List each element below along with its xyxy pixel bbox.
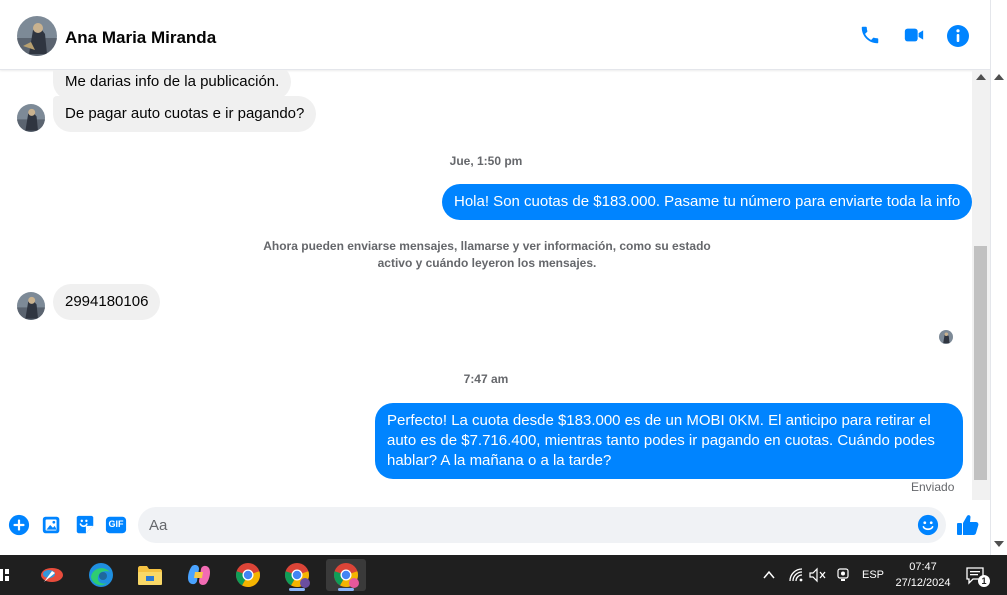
system-clock[interactable]: 07:47 27/12/2024 [888, 559, 958, 591]
page-scrollbar[interactable] [990, 0, 1007, 555]
wifi-icon[interactable] [788, 567, 804, 583]
sender-avatar [17, 104, 45, 132]
sender-avatar [17, 292, 45, 320]
like-icon[interactable] [956, 513, 980, 537]
message-status: Enviado [911, 480, 955, 494]
messages-scrollbar[interactable] [972, 70, 990, 555]
outgoing-message[interactable]: Hola! Son cuotas de $183.000. Pasame tu … [442, 184, 972, 220]
copilot-icon[interactable] [179, 559, 219, 591]
gif-icon-label: GIF [108, 519, 124, 529]
incoming-message[interactable]: 2994180106 [53, 284, 161, 320]
notification-count-badge: 1 [978, 575, 990, 587]
message-input[interactable] [138, 507, 946, 543]
chrome-profile-icon[interactable] [277, 559, 317, 591]
emoji-icon[interactable] [917, 514, 939, 536]
chrome-profile-active-icon[interactable] [326, 559, 366, 591]
scroll-up-arrow-icon[interactable] [976, 74, 986, 80]
photo-icon[interactable] [41, 514, 63, 536]
widgets-icon[interactable] [0, 567, 10, 583]
clock-time: 07:47 [909, 561, 937, 573]
system-notice-line: activo y cuándo leyeron los mensajes. [377, 256, 597, 270]
phone-icon[interactable] [859, 24, 883, 48]
video-call-icon[interactable] [903, 24, 927, 48]
system-notice: Ahora pueden enviarse mensajes, llamarse… [262, 238, 712, 272]
system-notice-line: Ahora pueden enviarse mensajes, llamarse… [263, 239, 711, 253]
seen-indicator-avatar [939, 330, 953, 344]
info-icon[interactable] [946, 24, 970, 48]
gif-icon[interactable]: GIF [105, 514, 127, 536]
add-icon[interactable] [8, 514, 30, 536]
timestamp: 7:47 am [463, 372, 509, 386]
message-list[interactable]: Me darias info de la publicación. De pag… [0, 70, 972, 500]
contact-avatar[interactable] [17, 16, 57, 56]
sticker-icon[interactable] [74, 514, 96, 536]
clock-date: 27/12/2024 [895, 577, 951, 589]
composer: GIF [0, 500, 990, 555]
notifications-icon[interactable]: 1 [965, 565, 990, 587]
chat-header: Ana Maria Miranda [0, 0, 990, 70]
running-indicator [289, 588, 305, 591]
language-indicator[interactable]: ESP [862, 555, 884, 595]
scroll-up-arrow-icon[interactable] [994, 74, 1004, 80]
speaker-muted-icon[interactable] [809, 567, 827, 583]
windows-taskbar: ESP 07:47 27/12/2024 1 [0, 555, 1007, 595]
contact-name[interactable]: Ana Maria Miranda [65, 28, 216, 48]
running-indicator [338, 588, 354, 591]
timestamp: Jue, 1:50 pm [449, 154, 523, 168]
chevron-up-icon[interactable] [763, 568, 775, 580]
scroll-down-arrow-icon[interactable] [994, 541, 1004, 547]
messenger-window: Ana Maria Miranda Me darias info de la p… [0, 0, 1007, 555]
outgoing-message[interactable]: Perfecto! La cuota desde $183.000 es de … [375, 403, 963, 479]
taskbar-app-icon[interactable] [32, 559, 72, 591]
scrollbar-thumb[interactable] [974, 246, 987, 480]
edge-browser-icon[interactable] [81, 559, 121, 591]
chrome-icon[interactable] [228, 559, 268, 591]
camera-privacy-icon[interactable] [835, 567, 851, 583]
incoming-message[interactable]: De pagar auto cuotas e ir pagando? [53, 96, 317, 132]
file-explorer-icon[interactable] [130, 559, 170, 591]
